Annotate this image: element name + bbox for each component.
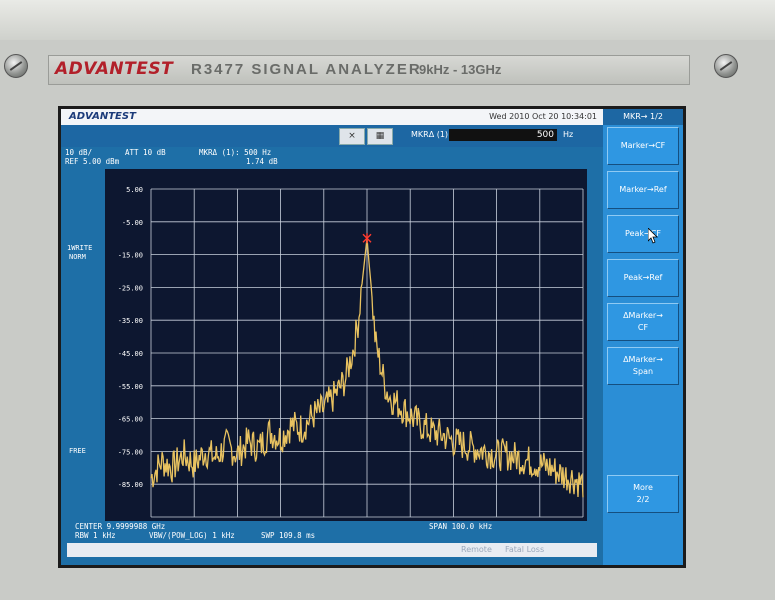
span-readout: SPAN 100.0 kHz: [429, 522, 493, 531]
brand-logo: ADVANTEST: [55, 59, 174, 79]
y-tick-label: -25.00: [118, 284, 143, 292]
softkey-label: ΔMarker→: [623, 311, 663, 320]
softkey-label: Marker→Ref: [619, 185, 667, 194]
y-tick-label: -5.00: [122, 219, 143, 227]
softkey-label: Peak→Ref: [623, 273, 663, 282]
screw-icon: [4, 54, 28, 78]
softkey-more[interactable]: More 2/2: [607, 475, 679, 513]
softkey-peak-to-ref[interactable]: Peak→Ref: [607, 259, 679, 297]
softkey-label: Peak→CF: [625, 229, 661, 238]
screw-icon: [714, 54, 738, 78]
softkey-label: Marker→CF: [620, 141, 666, 150]
softkey-sublabel: Span: [632, 367, 654, 376]
softkey-marker-to-cf[interactable]: Marker→CF: [607, 127, 679, 165]
softkey-label: More: [633, 483, 653, 492]
y-tick-label: 5.00: [126, 186, 143, 194]
softkey-sublabel: 2/2: [636, 495, 650, 504]
frequency-range: 9kHz - 13GHz: [419, 62, 502, 77]
sweep-time-readout: SWP 109.8 ms: [261, 531, 316, 540]
y-tick-label: -15.00: [118, 252, 143, 260]
spectrum-plot: 5.00 -5.00 -15.00 -25.00 -35.00 -45.00 -55.00 -…: [105, 169, 587, 521]
instrument-nameplate: ADVANTEST R3477 SIGNAL ANALYZER 9kHz - 1…: [48, 55, 690, 85]
softkey-delta-marker-to-span[interactable]: ΔMarker→ Span: [607, 347, 679, 385]
center-frequency-readout: CENTER 9.9999988 GHz: [75, 522, 166, 531]
mouse-pointer-icon: [648, 228, 658, 244]
rbw-readout: RBW 1 kHz: [75, 531, 116, 540]
status-fatal-loss: Fatal Loss: [505, 545, 545, 554]
softkey-label: ΔMarker→: [623, 355, 663, 364]
instrument-bezel-top: [0, 0, 775, 40]
softkey-delta-marker-to-cf[interactable]: ΔMarker→ CF: [607, 303, 679, 341]
softkey-sublabel: CF: [637, 323, 649, 332]
softkey-panel: MKR→ 1/2 Marker→CF Marker→Ref Peak→CF Pe…: [603, 109, 683, 565]
status-remote: Remote: [461, 545, 492, 554]
status-bar: Remote Fatal Loss: [67, 543, 597, 557]
y-tick-label: -65.00: [118, 416, 143, 424]
analyzer-screen: ADVANTEST Wed 2010 Oct 20 10:34:01 × ▦ M…: [58, 106, 686, 568]
y-tick-label: -75.00: [118, 448, 143, 456]
y-tick-label: -35.00: [118, 317, 143, 325]
y-tick-label: -55.00: [118, 383, 143, 391]
model-name: R3477 SIGNAL ANALYZER: [191, 61, 422, 78]
softkey-menu-title: MKR→ 1/2: [603, 109, 683, 125]
softkey-marker-to-ref[interactable]: Marker→Ref: [607, 171, 679, 209]
y-tick-label: -85.00: [118, 481, 143, 489]
y-tick-label: -45.00: [118, 350, 143, 358]
softkey-peak-to-cf[interactable]: Peak→CF: [607, 215, 679, 253]
vbw-readout: VBW/(POW_LOG) 1 kHz: [149, 531, 235, 540]
